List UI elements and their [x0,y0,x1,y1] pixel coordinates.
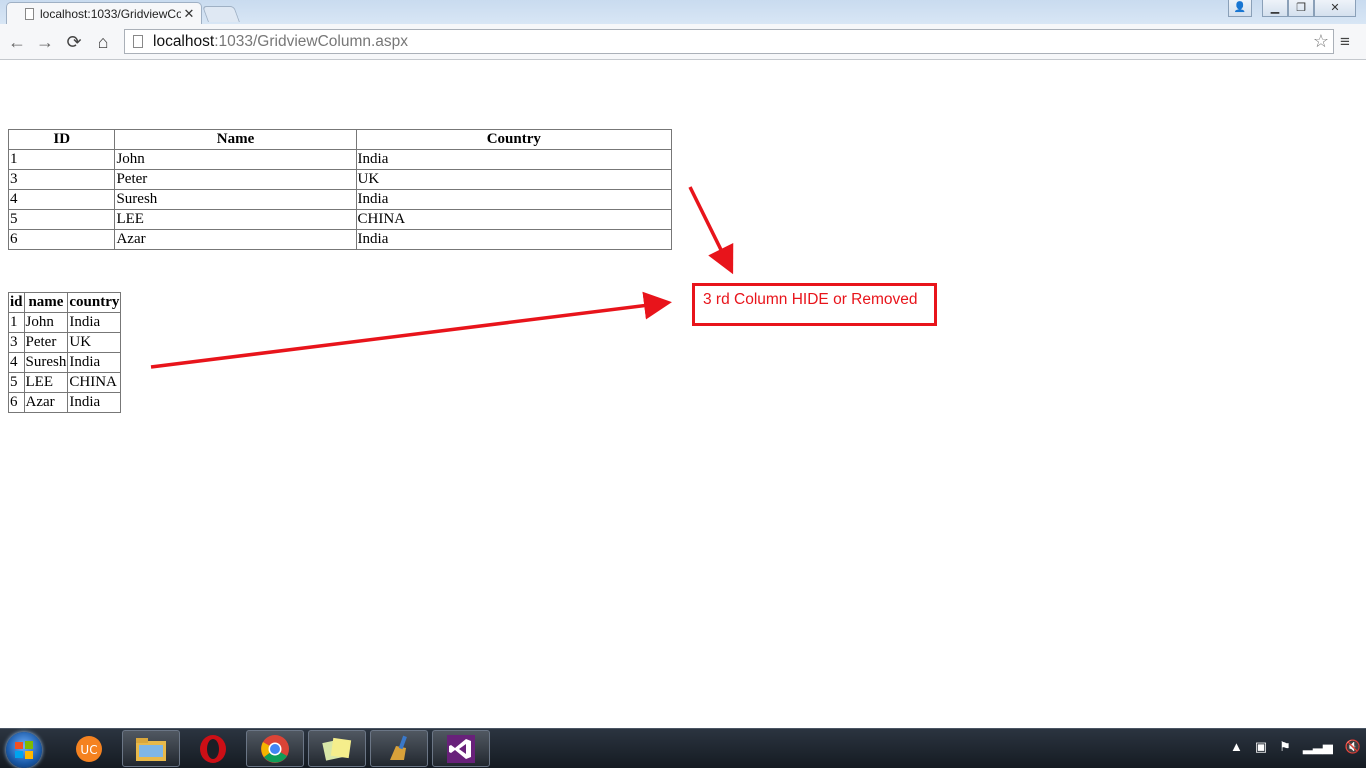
annotation-arrows [150,186,734,369]
visual-studio-icon[interactable] [432,730,490,767]
chrome-icon[interactable] [246,730,304,767]
arrow-to-annotation-top [688,186,734,275]
ccleaner-icon[interactable] [370,730,428,767]
network-signal-icon[interactable]: ▂▃▅ [1303,739,1333,755]
volume-muted-icon[interactable]: 🔇 [1345,739,1361,755]
file-explorer-icon[interactable] [122,730,180,767]
windows-taskbar: UC ▲ ▣ ⚑ ▂▃▅ 🔇 [0,728,1366,768]
uc-browser-icon[interactable]: UC [60,730,118,767]
show-hidden-icons-icon[interactable]: ▲ [1230,739,1243,755]
action-center-icon[interactable]: ⚑ [1279,739,1291,755]
annotation-callout: 3 rd Column HIDE or Removed [692,283,937,326]
arrow-to-annotation-left [150,291,672,369]
svg-text:UC: UC [80,743,97,757]
start-button[interactable] [6,732,42,768]
system-tray: ▲ ▣ ⚑ ▂▃▅ 🔇 [1230,739,1361,755]
opera-icon[interactable] [184,730,242,767]
sticky-notes-icon[interactable] [308,730,366,767]
windows-logo-icon [15,741,33,759]
device-icon[interactable]: ▣ [1255,739,1267,755]
